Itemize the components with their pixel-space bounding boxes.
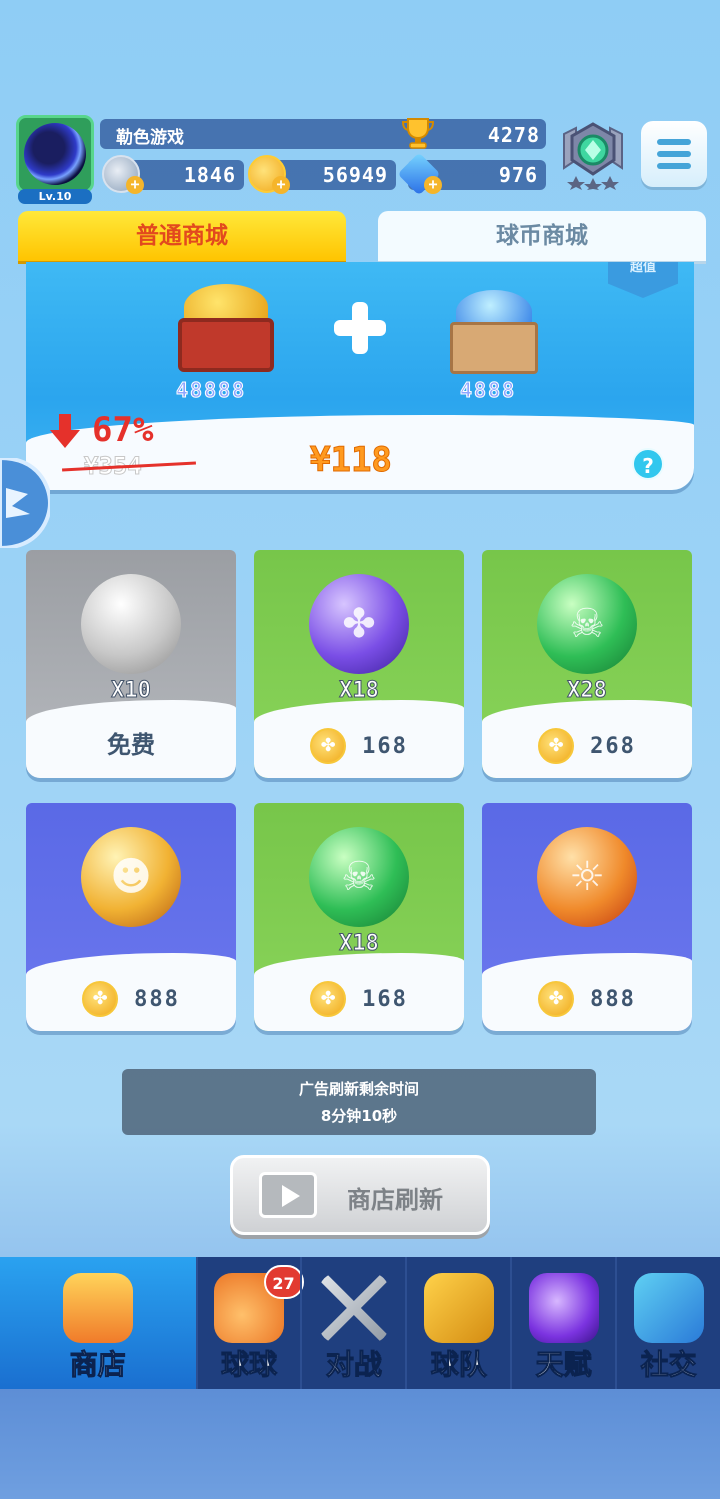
down-arrow-icon [50,414,80,448]
shop-item-card[interactable]: ☠ X18 ✤ 168 [254,803,464,1031]
discount-percent: 67% [92,410,154,450]
ad-refresh-label: 广告刷新剩余时间 [298,1080,419,1098]
plus-icon [334,302,386,354]
coin-chest-icon [170,280,280,375]
price-row[interactable]: ✤ 888 [482,981,692,1017]
item-price: 888 [590,986,636,1012]
nav-label: 对战 [325,1348,382,1382]
shop-item-card[interactable]: ✤ X18 ✤ 168 [254,550,464,778]
coin-icon: ✤ [538,728,575,764]
nav-label: 球队 [430,1348,487,1382]
item-count: X18 [339,678,380,704]
nav-label: 天赋 [535,1348,592,1382]
energy-bar[interactable]: + 1846 [102,155,244,194]
menu-bar-icon [657,163,691,169]
orb-symbol [81,574,181,674]
item-count: X18 [339,931,380,957]
item-price: 268 [590,733,636,759]
gem-value: 976 [498,163,538,187]
purple-clover-orb-icon: ✤ [309,574,409,674]
green-skull-orb-icon: ☠ [309,827,409,927]
shop-item-card[interactable]: X10 免费 [26,550,236,778]
nav-whistle[interactable]: 球队 [405,1257,510,1389]
player-avatar[interactable] [16,115,94,193]
orb-symbol: ☠ [341,854,377,900]
avatar-orb-icon [24,123,86,185]
price-row[interactable]: ✤ 268 [482,728,692,764]
price-row[interactable]: ✤ 168 [254,981,464,1017]
player-name: 勒色游戏 [116,128,184,148]
silver-ore-icon [81,574,181,674]
rank-badge-icon[interactable] [556,120,630,190]
bundle-gem-qty: 4888 [459,378,517,403]
bundle-price[interactable]: ¥118 [310,440,393,481]
coin-value: 56949 [322,163,388,187]
shop-item-card[interactable]: ☼ ✤ 888 [482,803,692,1031]
side-shark-tab-icon[interactable] [0,458,50,548]
orange-sun-orb-icon: ☼ [537,827,637,927]
item-count: X28 [567,678,608,704]
orb-symbol: ☼ [569,854,605,900]
coin-icon: ✤ [310,728,347,764]
shop-icon [62,1273,133,1343]
nav-label: 社交 [640,1348,697,1382]
nav-ball[interactable]: 球球 27 [195,1257,304,1389]
price-row[interactable]: ✤ 888 [26,981,236,1017]
coin-bar[interactable]: + 56949 [248,155,396,194]
nav-chat-heart[interactable]: 社交 [615,1257,720,1389]
nav-planet[interactable]: 天赋 [510,1257,615,1389]
trophy-icon [401,118,435,149]
item-price: 888 [134,986,180,1012]
ad-refresh-countdown: 8分钟10秒 [320,1107,398,1125]
shop-item-card[interactable]: ☻ ✤ 888 [26,803,236,1031]
coin-icon: ✤ [538,981,575,1017]
name-bar: 勒色游戏 4278 [100,118,546,149]
video-ad-icon [259,1172,317,1218]
planet-icon [528,1273,599,1343]
orb-symbol: ☻ [110,854,152,900]
tab-ball-coin-shop[interactable]: 球币商城 [378,211,706,261]
chat-heart-icon [633,1273,704,1343]
nav-label: 球球 [220,1348,277,1382]
item-price: 168 [362,733,408,759]
gem-crate-icon [440,282,548,377]
orb-symbol: ✤ [342,601,376,647]
add-gems-button[interactable]: + [424,176,442,194]
item-price: 168 [362,986,408,1012]
yellow-pumpkin-orb-icon: ☻ [81,827,181,927]
price-row[interactable]: ✤ 168 [254,728,464,764]
gem-bar[interactable]: + 976 [397,152,546,196]
crossed-swords-icon [318,1273,389,1343]
menu-bar-icon [657,139,691,145]
shop-item-card[interactable]: ☠ X28 ✤ 268 [482,550,692,778]
shop-refresh-label: 商店刷新 [347,1186,443,1214]
notification-badge: 27 [263,1265,304,1299]
add-coins-button[interactable]: + [272,176,290,194]
free-label[interactable]: 免费 [26,725,236,760]
nav-crossed-swords[interactable]: 对战 [300,1257,405,1389]
coin-icon: ✤ [310,981,347,1017]
trophy-count: 4278 [487,123,540,147]
coin-icon: ✤ [82,981,119,1017]
energy-value: 1846 [183,163,236,187]
level-badge: Lv.10 [18,189,92,204]
nav-shop[interactable]: 商店 [0,1257,196,1389]
help-button[interactable]: ? [632,448,664,480]
whistle-icon [423,1273,494,1343]
bottom-background [0,1389,720,1499]
tab-normal-shop[interactable]: 普通商城 [18,211,346,261]
add-energy-button[interactable]: + [126,176,144,194]
menu-bar-icon [657,151,691,157]
green-skull-orb-icon: ☠ [537,574,637,674]
bundle-coin-qty: 48888 [175,378,247,403]
bottom-nav: 商店 球球 27 对战 球队 天赋 社交 [0,1257,720,1389]
item-count: X10 [111,678,152,704]
orb-symbol: ☠ [569,601,605,647]
main-menu-button[interactable] [641,121,707,187]
nav-label: 商店 [69,1348,126,1382]
ad-refresh-timer: 广告刷新剩余时间 8分钟10秒 [122,1069,596,1135]
shop-refresh-button[interactable]: 商店刷新 [230,1155,490,1235]
